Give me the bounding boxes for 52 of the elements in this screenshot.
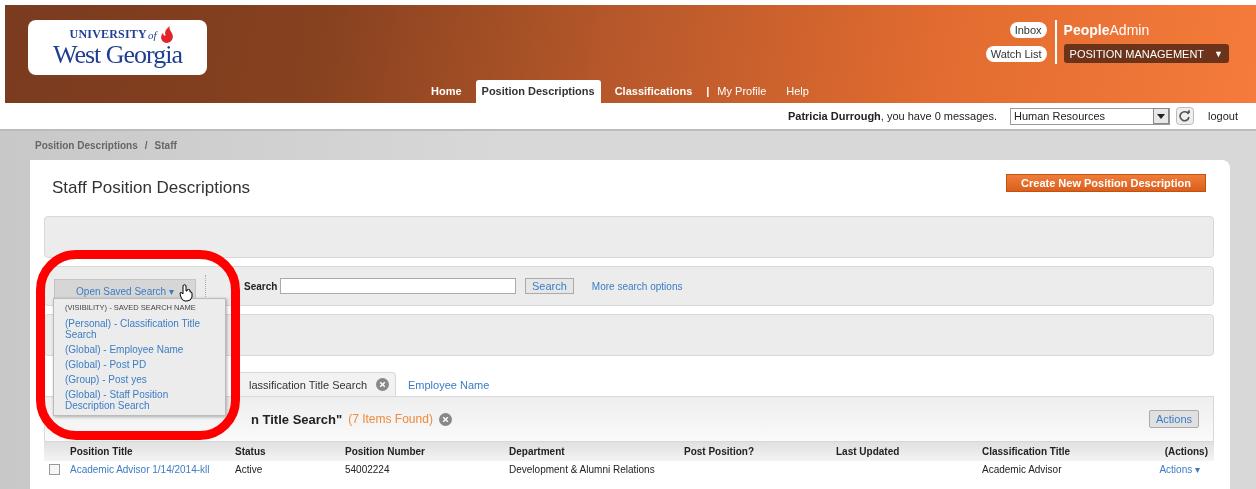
nav-tab[interactable]: My Profile — [711, 80, 773, 103]
search-field[interactable] — [280, 278, 516, 294]
search-label: Search — [244, 280, 279, 292]
result-tab[interactable]: Employee Name — [396, 374, 496, 396]
quick-link[interactable]: Watch List — [985, 46, 1047, 62]
column-header: Post Position? — [684, 442, 836, 461]
column-header: Department — [509, 442, 684, 461]
menu-item[interactable]: (Group) - Post yes — [65, 374, 219, 385]
hand-cursor-icon — [179, 284, 193, 302]
user-greeting: Patricia Durrough, you have 0 messages. — [787, 110, 997, 122]
nav-tab[interactable]: Help — [780, 80, 815, 103]
more-options-link[interactable]: More search options — [591, 280, 683, 292]
module-dropdown[interactable]: POSITION MANAGEMENT ▼ — [1063, 44, 1229, 63]
quick-link[interactable]: Inbox — [1009, 22, 1047, 38]
column-header: Position Number — [345, 442, 509, 461]
menu-item[interactable]: (Global) - Staff Position Description Search — [65, 389, 219, 411]
column-header: (Actions) — [1152, 442, 1214, 461]
page-title: Staff Position Descriptions — [52, 178, 251, 198]
search-button[interactable]: Search — [525, 278, 574, 294]
column-header: Classification Title — [982, 442, 1152, 461]
close-icon[interactable] — [438, 412, 452, 426]
column-header: Last Updated — [836, 442, 982, 461]
close-icon[interactable] — [376, 378, 389, 391]
actions-link[interactable]: Actions ▾ — [1159, 464, 1200, 475]
saved-search-name: n Title Search" — [251, 411, 343, 427]
breadcrumb-link[interactable]: Position Descriptions — [35, 140, 138, 151]
table-cell: Development & Alumni Relations — [509, 464, 655, 475]
row-checkbox[interactable] — [49, 464, 60, 475]
product-name: PeopleAdmin — [1063, 22, 1151, 38]
breadcrumb-separator: / — [144, 140, 148, 151]
department-select[interactable]: Human Resources — [1010, 107, 1170, 125]
column-header: Position Title — [44, 442, 235, 461]
nav-separator: | — [706, 84, 710, 99]
position-link[interactable]: Academic Advisor 1/14/2014-kll — [70, 464, 210, 475]
actions-button[interactable]: Actions — [1148, 410, 1199, 428]
menu-item[interactable]: (Personal) - Classification Title Search — [65, 318, 219, 340]
logout-link[interactable]: logout — [1208, 110, 1238, 122]
table-cell: 54002224 — [345, 464, 390, 475]
nav-tab[interactable]: Classifications — [608, 80, 699, 103]
table-cell: Active — [235, 464, 263, 475]
refresh-icon[interactable] — [1176, 107, 1194, 125]
university-logo[interactable]: UNIVERSITYof West Georgia — [28, 20, 207, 75]
breadcrumb-link[interactable]: Staff — [154, 140, 177, 151]
nav-tab[interactable]: Home — [425, 80, 468, 103]
items-found-count: (7 Items Found) — [348, 412, 433, 426]
menu-item[interactable]: (Global) - Post PD — [65, 359, 219, 370]
create-button[interactable]: Create New Position Description — [1006, 174, 1206, 192]
menu-item[interactable]: (Global) - Employee Name — [65, 344, 219, 355]
table-cell: Academic Advisor — [982, 464, 1062, 475]
nav-tab[interactable]: Position Descriptions — [475, 80, 601, 103]
flame-icon — [158, 25, 176, 44]
column-header: Status — [235, 442, 345, 461]
